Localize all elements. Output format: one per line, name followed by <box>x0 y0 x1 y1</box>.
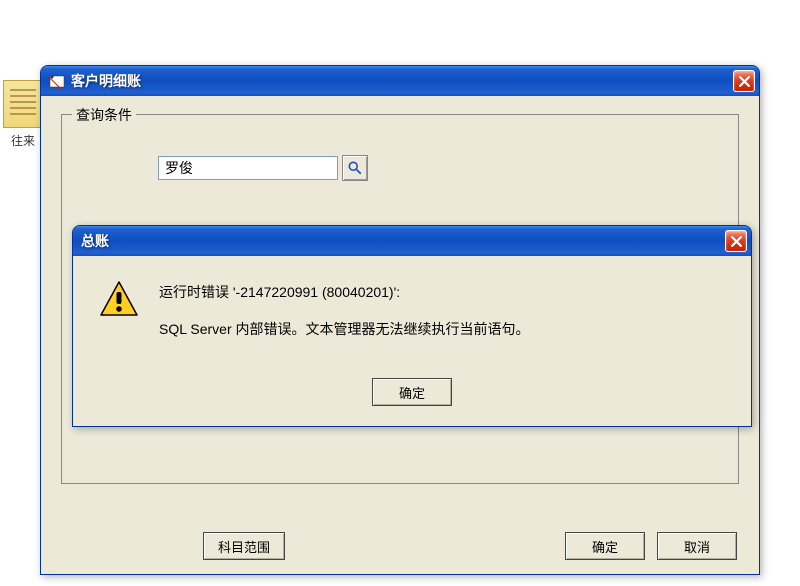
error-ok-button[interactable]: 确定 <box>372 378 452 406</box>
main-titlebar[interactable]: 客户明细账 <box>41 66 759 96</box>
app-icon <box>49 73 65 89</box>
search-icon <box>348 161 362 175</box>
error-dialog-body: 运行时错误 '-2147220991 (80040201)': SQL Serv… <box>73 256 751 426</box>
error-close-button[interactable] <box>725 230 747 252</box>
main-button-row: 科目范围 确定 取消 <box>41 532 759 560</box>
ok-button[interactable]: 确定 <box>565 532 645 560</box>
error-dialog: 总账 运行时错误 '-2147220991 (80040201)': SQL S… <box>72 225 752 427</box>
search-input[interactable] <box>158 156 338 180</box>
document-icon <box>3 80 43 128</box>
error-line-1: 运行时错误 '-2147220991 (80040201)': <box>159 280 731 305</box>
groupbox-label: 查询条件 <box>72 105 136 125</box>
cancel-button[interactable]: 取消 <box>657 532 737 560</box>
main-window-title: 客户明细账 <box>71 71 733 91</box>
error-content: 运行时错误 '-2147220991 (80040201)': SQL Serv… <box>93 280 731 354</box>
search-row <box>158 155 722 181</box>
close-icon <box>731 236 742 247</box>
error-titlebar[interactable]: 总账 <box>73 226 751 256</box>
search-button[interactable] <box>342 155 368 181</box>
error-dialog-title: 总账 <box>81 231 725 251</box>
main-close-button[interactable] <box>733 70 755 92</box>
error-line-2: SQL Server 内部错误。文本管理器无法继续执行当前语句。 <box>159 317 731 342</box>
scope-button[interactable]: 科目范围 <box>203 532 285 560</box>
warning-icon <box>99 280 139 318</box>
error-button-row: 确定 <box>93 378 731 406</box>
error-text: 运行时错误 '-2147220991 (80040201)': SQL Serv… <box>159 280 731 354</box>
close-icon <box>739 76 750 87</box>
